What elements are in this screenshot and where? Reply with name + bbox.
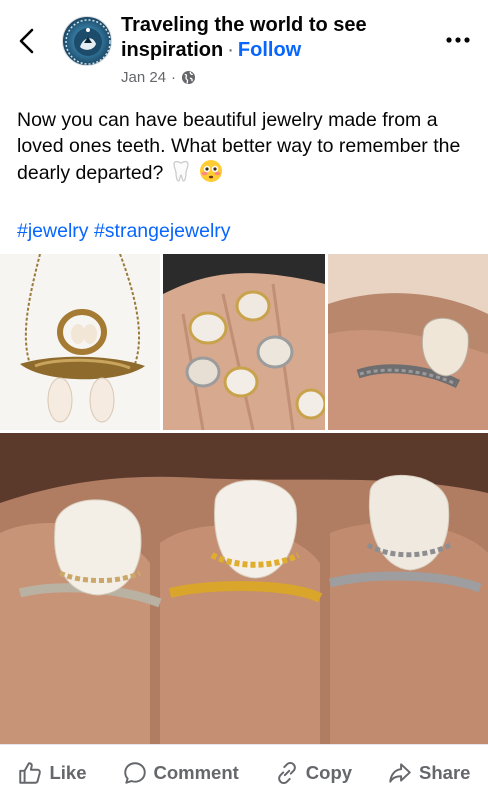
post-meta: Jan 24 · bbox=[121, 67, 196, 87]
hashtag-strangejewelry[interactable]: #strangejewelry bbox=[94, 220, 231, 242]
back-button[interactable] bbox=[10, 24, 44, 58]
share-button[interactable]: Share bbox=[381, 753, 476, 793]
like-label: Like bbox=[49, 761, 87, 783]
comment-button[interactable]: Comment bbox=[116, 753, 245, 793]
page-name-continued[interactable]: inspiration bbox=[121, 39, 223, 61]
page-name-follow-line: inspiration · Follow bbox=[121, 37, 431, 63]
page-name[interactable]: Traveling the world to see bbox=[121, 13, 431, 37]
copy-label: Copy bbox=[305, 761, 353, 783]
post-header: Traveling the world to see inspiration · F… bbox=[0, 0, 488, 96]
chevron-left-icon bbox=[19, 28, 34, 54]
hashtag-jewelry[interactable]: #jewelry bbox=[17, 220, 89, 242]
photo-three-rings[interactable] bbox=[0, 433, 488, 744]
hashtags: #jewelry #strangejewelry bbox=[17, 218, 231, 244]
follow-button[interactable]: Follow bbox=[238, 39, 301, 61]
post-actions-bar: Like Comment Copy Share bbox=[0, 744, 488, 800]
like-button[interactable]: Like bbox=[11, 753, 92, 793]
photo-multiple-rings[interactable] bbox=[163, 254, 325, 430]
page-title-block: Traveling the world to see inspiration · F… bbox=[121, 13, 431, 63]
meta-separator: · bbox=[171, 68, 177, 86]
comment-bubble-icon bbox=[123, 761, 146, 784]
share-arrow-icon bbox=[389, 762, 411, 783]
photo-necklace[interactable] bbox=[0, 254, 160, 430]
more-options-button[interactable] bbox=[440, 26, 476, 54]
post-date[interactable]: Jan 24 bbox=[121, 69, 166, 86]
more-horizontal-icon bbox=[446, 37, 470, 43]
tooth-emoji bbox=[169, 159, 193, 190]
post-body-text: Now you can have beautiful jewelry made … bbox=[17, 107, 477, 190]
separator-dot: · bbox=[227, 39, 234, 61]
link-icon bbox=[277, 761, 296, 784]
globe-icon bbox=[181, 70, 196, 84]
share-label: Share bbox=[419, 761, 471, 783]
avatar-art bbox=[65, 19, 111, 65]
flushed-face-emoji bbox=[199, 159, 223, 190]
page-avatar[interactable] bbox=[62, 16, 112, 66]
photo-grid bbox=[0, 254, 488, 744]
copy-button[interactable]: Copy bbox=[268, 753, 358, 793]
comment-label: Comment bbox=[153, 761, 239, 783]
photo-silver-ring[interactable] bbox=[328, 254, 488, 430]
post-text-content: Now you can have beautiful jewelry made … bbox=[17, 109, 461, 184]
thumbs-up-icon bbox=[19, 761, 42, 784]
